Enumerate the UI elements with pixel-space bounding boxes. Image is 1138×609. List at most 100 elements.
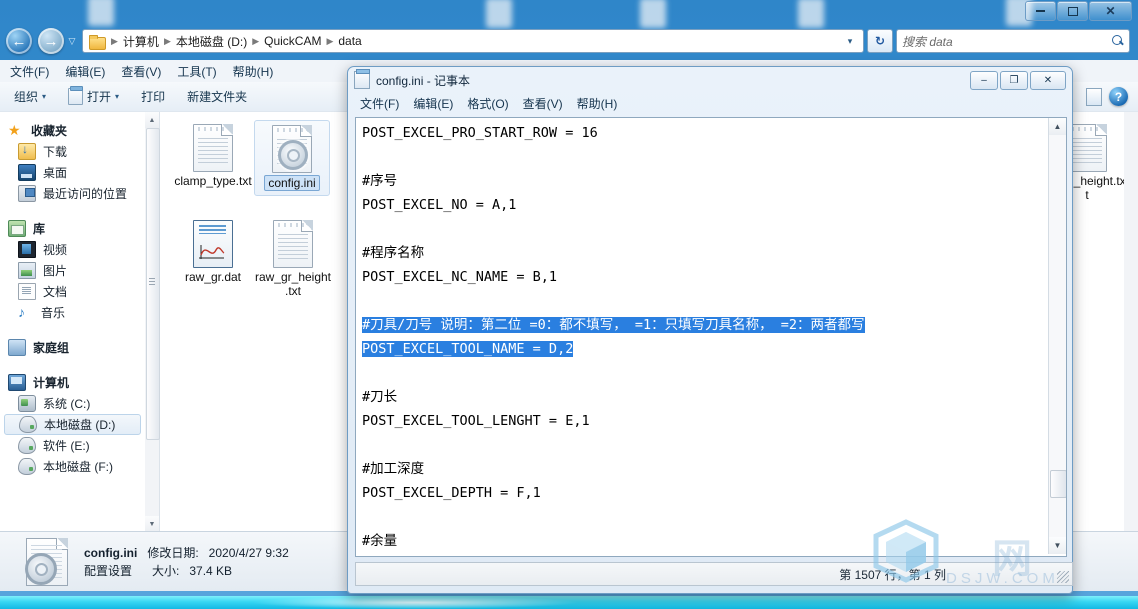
menu-item-help[interactable]: 帮助(H) xyxy=(233,63,274,80)
sidebar-item-label: 文档 xyxy=(43,285,68,299)
explorer-title-bar[interactable]: ✕ xyxy=(0,0,1138,22)
sidebar-item-label: 图片 xyxy=(43,264,68,278)
navigation-pane-scrollbar[interactable]: ▲ ▼ xyxy=(145,112,160,532)
chevron-down-icon: ▾ xyxy=(115,92,120,101)
chevron-down-icon[interactable]: ▾ xyxy=(841,36,859,47)
notepad-title-bar[interactable]: config.ini - 记事本 – ❐ ✕ xyxy=(348,67,1072,93)
notepad-menu-view[interactable]: 查看(V) xyxy=(523,95,563,112)
sidebar-item-music[interactable]: ♪ 音乐 xyxy=(0,302,145,323)
notepad-line xyxy=(362,433,865,457)
file-pane-scrollbar[interactable] xyxy=(1124,112,1138,532)
selected-text: #刀具/刀号 说明：第二位 =0：都不填写， =1：只填写刀具名称， =2：两者… xyxy=(362,317,865,333)
sidebar-item-videos[interactable]: 视频 xyxy=(0,239,145,260)
dat-file-icon xyxy=(193,220,233,268)
text-file-icon xyxy=(193,124,233,172)
cursor-position-label: 第 1507 行，第 1 列 xyxy=(839,567,946,582)
menu-item-edit[interactable]: 编辑(E) xyxy=(65,63,105,80)
sidebar-item-computer[interactable]: 计算机 xyxy=(0,372,145,393)
text-file-icon xyxy=(273,220,313,268)
notepad-minimize-button[interactable]: – xyxy=(970,70,998,90)
open-label: 打开 xyxy=(87,90,112,104)
downloads-icon xyxy=(18,142,36,160)
notepad-window: config.ini - 记事本 – ❐ ✕ 文件(F) 编辑(E) 格式(O)… xyxy=(347,66,1073,594)
menu-item-file[interactable]: 文件(F) xyxy=(10,63,49,80)
scroll-down-icon[interactable]: ▼ xyxy=(145,516,159,532)
refresh-button[interactable]: ↻ xyxy=(867,29,893,53)
maximize-button[interactable] xyxy=(1057,1,1088,21)
notepad-text-area[interactable]: POST_EXCEL_PRO_START_ROW = 16 #序号 POST_EX… xyxy=(355,117,1067,557)
file-item-config-ini[interactable]: config.ini xyxy=(254,120,330,196)
sidebar-item-drive-c[interactable]: 系统 (C:) xyxy=(0,393,145,414)
notepad-title: config.ini - 记事本 xyxy=(376,73,471,88)
print-button[interactable]: 打印 xyxy=(141,88,165,105)
address-bar[interactable]: ▶ 计算机 ▶ 本地磁盘 (D:) ▶ QuickCAM ▶ data ▾ xyxy=(82,29,864,53)
notepad-close-button[interactable]: ✕ xyxy=(1030,70,1066,90)
change-view-button[interactable] xyxy=(1086,88,1102,106)
back-button[interactable]: ← xyxy=(6,28,32,54)
forward-button[interactable]: → xyxy=(38,28,64,54)
sidebar-item-drive-e[interactable]: 软件 (E:) xyxy=(0,435,145,456)
sidebar-item-label: 本地磁盘 (D:) xyxy=(44,418,116,432)
sidebar-item-libraries[interactable]: 库 xyxy=(0,218,145,239)
breadcrumb-item-drive[interactable]: 本地磁盘 (D:) xyxy=(173,33,250,50)
sidebar-item-homegroup[interactable]: 家庭组 xyxy=(0,337,145,358)
drive-icon xyxy=(18,458,36,475)
file-name-label: raw_gr.dat xyxy=(184,270,242,284)
notepad-menu-format[interactable]: 格式(O) xyxy=(467,95,508,112)
pictures-icon xyxy=(18,262,36,279)
menu-item-view[interactable]: 查看(V) xyxy=(121,63,161,80)
breadcrumb-sep: ▶ xyxy=(326,35,334,46)
help-icon[interactable]: ? xyxy=(1109,87,1128,106)
search-input[interactable]: 搜索 data xyxy=(896,29,1130,53)
notepad-line: POST_EXCEL_TOOL_LENGHT = E,1 xyxy=(362,413,590,429)
sidebar-item-drive-d[interactable]: 本地磁盘 (D:) xyxy=(4,414,141,435)
sidebar-item-documents[interactable]: 文档 xyxy=(0,281,145,302)
sidebar-item-label: 家庭组 xyxy=(33,341,70,355)
sidebar-item-pictures[interactable]: 图片 xyxy=(0,260,145,281)
new-folder-button[interactable]: 新建文件夹 xyxy=(187,88,247,105)
notepad-menu-help[interactable]: 帮助(H) xyxy=(577,95,618,112)
organize-button[interactable]: 组织 ▾ xyxy=(14,88,46,105)
ini-file-icon-large xyxy=(25,537,68,586)
file-item-raw-gr-dat[interactable]: raw_gr.dat xyxy=(174,220,252,284)
notepad-scrollbar[interactable]: ▲ ▼ xyxy=(1048,118,1066,554)
scroll-down-icon[interactable]: ▼ xyxy=(1049,537,1066,554)
chevron-down-icon: ▾ xyxy=(42,92,47,101)
notepad-line: #序号 xyxy=(362,173,398,189)
sidebar-item-favorites[interactable]: ★ 收藏夹 xyxy=(0,120,145,141)
sidebar-item-recent-places[interactable]: 最近访问的位置 xyxy=(0,183,145,204)
resize-grip-icon[interactable] xyxy=(1057,571,1069,583)
sidebar-item-desktop[interactable]: 桌面 xyxy=(0,162,145,183)
close-button[interactable]: ✕ xyxy=(1089,1,1132,21)
search-placeholder: 搜索 data xyxy=(902,34,953,49)
recent-pages-dropdown-icon[interactable]: ▽ xyxy=(64,36,80,47)
open-button[interactable]: 打开 ▾ xyxy=(68,86,120,105)
breadcrumb-sep: ▶ xyxy=(111,35,118,46)
breadcrumb-item-data[interactable]: data xyxy=(335,34,364,48)
minimize-button[interactable] xyxy=(1025,1,1056,21)
sidebar-item-downloads[interactable]: 下载 xyxy=(0,141,145,162)
sidebar-item-label: 软件 (E:) xyxy=(43,439,90,453)
file-item-raw-gr-height[interactable]: raw_gr_height.txt xyxy=(254,220,332,298)
breadcrumb-item-computer[interactable]: 计算机 xyxy=(120,33,162,50)
scroll-up-icon[interactable]: ▲ xyxy=(145,112,159,128)
notepad-line: #余量 xyxy=(362,533,398,549)
details-size-label: 大小: xyxy=(152,563,180,578)
scroll-up-icon[interactable]: ▲ xyxy=(1049,118,1066,135)
nav-group-gap xyxy=(0,323,145,337)
notepad-icon xyxy=(354,69,370,89)
notepad-menu-bar: 文件(F) 编辑(E) 格式(O) 查看(V) 帮助(H) xyxy=(348,93,1072,114)
menu-item-tools[interactable]: 工具(T) xyxy=(177,63,216,80)
notepad-menu-file[interactable]: 文件(F) xyxy=(360,95,399,112)
sidebar-item-drive-f[interactable]: 本地磁盘 (F:) xyxy=(0,456,145,477)
notepad-status-bar: 第 1507 行，第 1 列 xyxy=(355,562,1073,586)
notepad-maximize-button[interactable]: ❐ xyxy=(1000,70,1028,90)
notepad-menu-edit[interactable]: 编辑(E) xyxy=(413,95,453,112)
address-bar-row: ← → ▽ ▶ 计算机 ▶ 本地磁盘 (D:) ▶ QuickCAM ▶ dat… xyxy=(0,26,1138,56)
sidebar-item-label: 音乐 xyxy=(41,306,66,320)
breadcrumb-item-quickcam[interactable]: QuickCAM xyxy=(261,34,324,48)
scrollbar-thumb[interactable] xyxy=(1050,470,1066,498)
file-item-clamp-type[interactable]: clamp_type.txt xyxy=(174,124,252,188)
sidebar-item-label: 下载 xyxy=(43,145,68,159)
breadcrumb-sep: ▶ xyxy=(163,35,171,46)
